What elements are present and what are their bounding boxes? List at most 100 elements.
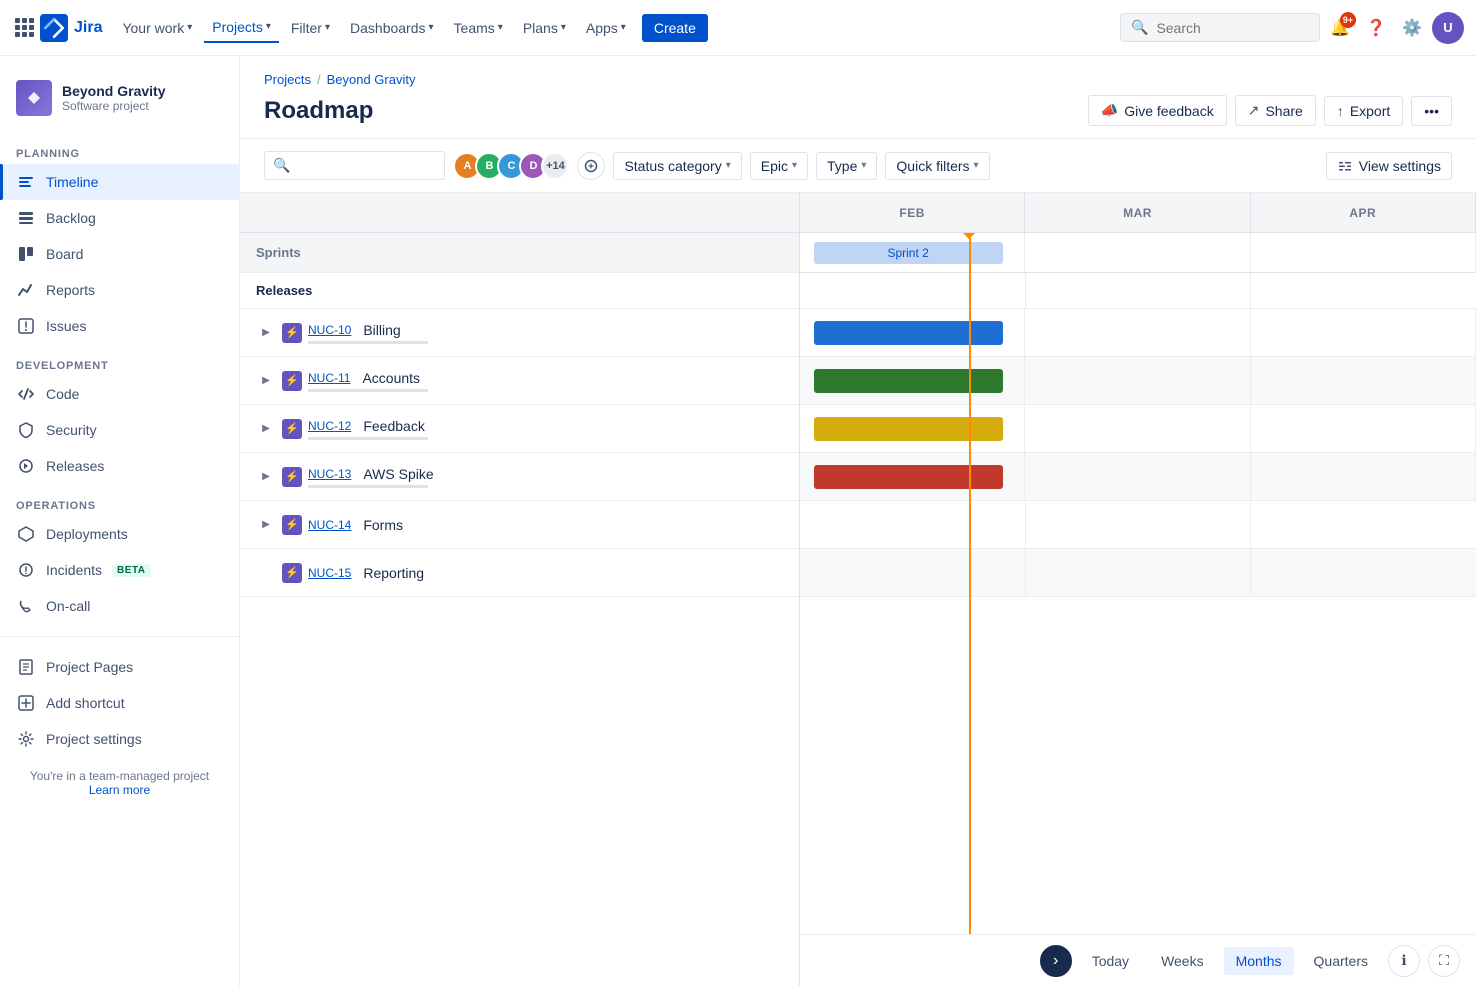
expand-icon: ⛶ (1439, 952, 1449, 969)
create-button[interactable]: Create (642, 14, 708, 42)
chevron-down-icon: ▾ (429, 22, 434, 33)
breadcrumb-beyond-gravity[interactable]: Beyond Gravity (327, 72, 416, 87)
nav-your-work[interactable]: Your work ▾ (114, 14, 200, 42)
project-header: Beyond Gravity Software project (0, 72, 239, 132)
manage-sprints-button[interactable] (577, 152, 605, 180)
epic-row-nuc11[interactable]: ▶ ⚡ NUC-11 Accounts (240, 357, 799, 405)
breadcrumb-projects[interactable]: Projects (264, 72, 311, 87)
gantt-cell (1251, 233, 1476, 272)
prev-button[interactable]: › (1040, 945, 1072, 977)
sidebar-item-timeline[interactable]: Timeline (0, 164, 239, 200)
gantt-cell (1026, 273, 1252, 308)
sidebar-item-security[interactable]: Security (0, 412, 239, 448)
fullscreen-button[interactable]: ⛶ (1428, 945, 1460, 977)
toolbar-search-box[interactable]: 🔍 (264, 151, 445, 180)
avatar-count[interactable]: +14 (541, 152, 569, 180)
nav-dashboards[interactable]: Dashboards ▾ (342, 14, 442, 42)
epic-id[interactable]: NUC-13 (308, 467, 351, 481)
share-button[interactable]: ↗ Share (1235, 95, 1316, 126)
epic-filter[interactable]: Epic ▾ (750, 152, 808, 180)
epic-id[interactable]: NUC-11 (308, 371, 350, 385)
sidebar-item-issues[interactable]: Issues (0, 308, 239, 344)
quick-filters-button[interactable]: Quick filters ▾ (885, 152, 989, 180)
page-header: Projects / Beyond Gravity Roadmap 📣 Give… (240, 56, 1476, 139)
notifications-button[interactable]: 🔔 9+ (1324, 12, 1356, 44)
weeks-button[interactable]: Weeks (1149, 947, 1216, 975)
search-box[interactable]: 🔍 (1120, 13, 1320, 42)
expand-icon[interactable]: ▶ (256, 323, 276, 343)
months-button[interactable]: Months (1224, 947, 1294, 975)
sidebar-item-oncall[interactable]: On-call (0, 588, 239, 624)
assignee-avatars: A B C D +14 (453, 152, 569, 180)
export-icon: ↑ (1337, 103, 1344, 119)
epic-row-nuc15[interactable]: ▶ ⚡ NUC-15 Reporting (240, 549, 799, 597)
sidebar-item-board[interactable]: Board (0, 236, 239, 272)
gantt-body[interactable]: Sprint 2 (800, 233, 1476, 934)
view-settings-button[interactable]: View settings (1326, 152, 1452, 180)
gantt-releases-row (800, 273, 1476, 309)
sidebar-item-reports[interactable]: Reports (0, 272, 239, 308)
learn-more-link[interactable]: Learn more (89, 783, 150, 797)
sidebar-item-incidents[interactable]: Incidents BETA (0, 552, 239, 588)
nav-apps[interactable]: Apps ▾ (578, 14, 634, 42)
epic-bar-nuc13[interactable] (814, 465, 1003, 489)
nav-teams[interactable]: Teams ▾ (446, 14, 511, 42)
user-avatar[interactable]: U (1432, 12, 1464, 44)
jira-logo[interactable]: Jira (40, 14, 102, 42)
export-button[interactable]: ↑ Export (1324, 96, 1403, 126)
expand-icon[interactable]: ▶ (256, 515, 276, 535)
epic-id[interactable]: NUC-12 (308, 419, 351, 433)
progress-bar (308, 389, 428, 392)
nav-filter[interactable]: Filter ▾ (283, 14, 338, 42)
gantt-row-nuc15 (800, 549, 1476, 597)
nav-plans[interactable]: Plans ▾ (515, 14, 574, 42)
beta-badge: BETA (112, 564, 150, 577)
sidebar-footer: You're in a team-managed project Learn m… (0, 757, 239, 809)
today-button[interactable]: Today (1080, 947, 1141, 975)
toolbar-search-input[interactable] (296, 158, 436, 174)
grid-menu-button[interactable] (12, 16, 36, 40)
give-feedback-button[interactable]: 📣 Give feedback (1088, 95, 1227, 126)
sprint-bar[interactable]: Sprint 2 (814, 242, 1003, 264)
more-options-button[interactable]: ••• (1411, 96, 1452, 126)
more-dots-icon: ••• (1424, 103, 1439, 119)
gantt-cell (800, 549, 1026, 596)
sidebar-item-project-pages[interactable]: Project Pages (0, 649, 239, 685)
roadmap-body: Sprints Releases ▶ ⚡ NUC-10 Billing (240, 233, 799, 986)
epic-id[interactable]: NUC-15 (308, 566, 351, 580)
epic-bar-nuc11[interactable] (814, 369, 1003, 393)
epic-bar-nuc12[interactable] (814, 417, 1003, 441)
status-category-filter[interactable]: Status category ▾ (613, 152, 741, 180)
expand-icon[interactable]: ▶ (256, 371, 276, 391)
epic-bar-nuc10[interactable] (814, 321, 1003, 345)
epic-row-nuc14[interactable]: ▶ ⚡ NUC-14 Forms (240, 501, 799, 549)
expand-icon[interactable]: ▶ (256, 419, 276, 439)
type-filter[interactable]: Type ▾ (816, 152, 877, 180)
epic-row-nuc13[interactable]: ▶ ⚡ NUC-13 AWS Spike (240, 453, 799, 501)
sidebar: Beyond Gravity Software project PLANNING… (0, 56, 240, 986)
code-icon (16, 384, 36, 404)
releases-icon (16, 456, 36, 476)
sidebar-item-project-settings[interactable]: Project settings (0, 721, 239, 757)
sidebar-item-backlog[interactable]: Backlog (0, 200, 239, 236)
sidebar-item-releases[interactable]: Releases (0, 448, 239, 484)
help-button[interactable]: ❓ (1360, 12, 1392, 44)
info-button[interactable]: ℹ (1388, 945, 1420, 977)
gantt-cell (1026, 501, 1252, 548)
epic-id[interactable]: NUC-14 (308, 518, 351, 532)
epic-row-nuc10[interactable]: ▶ ⚡ NUC-10 Billing (240, 309, 799, 357)
epic-row-nuc12[interactable]: ▶ ⚡ NUC-12 Feedback (240, 405, 799, 453)
settings-button[interactable]: ⚙️ (1396, 12, 1428, 44)
month-mar: MAR (1025, 193, 1250, 232)
main-content: Projects / Beyond Gravity Roadmap 📣 Give… (240, 56, 1476, 986)
sidebar-item-deployments[interactable]: Deployments (0, 516, 239, 552)
quarters-button[interactable]: Quarters (1302, 947, 1380, 975)
nav-projects[interactable]: Projects ▾ (204, 13, 279, 43)
expand-icon[interactable]: ▶ (256, 467, 276, 487)
search-input[interactable] (1156, 20, 1309, 36)
sidebar-item-code[interactable]: Code (0, 376, 239, 412)
gantt-row-nuc11 (800, 357, 1476, 405)
sidebar-item-add-shortcut[interactable]: Add shortcut (0, 685, 239, 721)
jira-logo-text: Jira (74, 19, 102, 37)
epic-id[interactable]: NUC-10 (308, 323, 351, 337)
